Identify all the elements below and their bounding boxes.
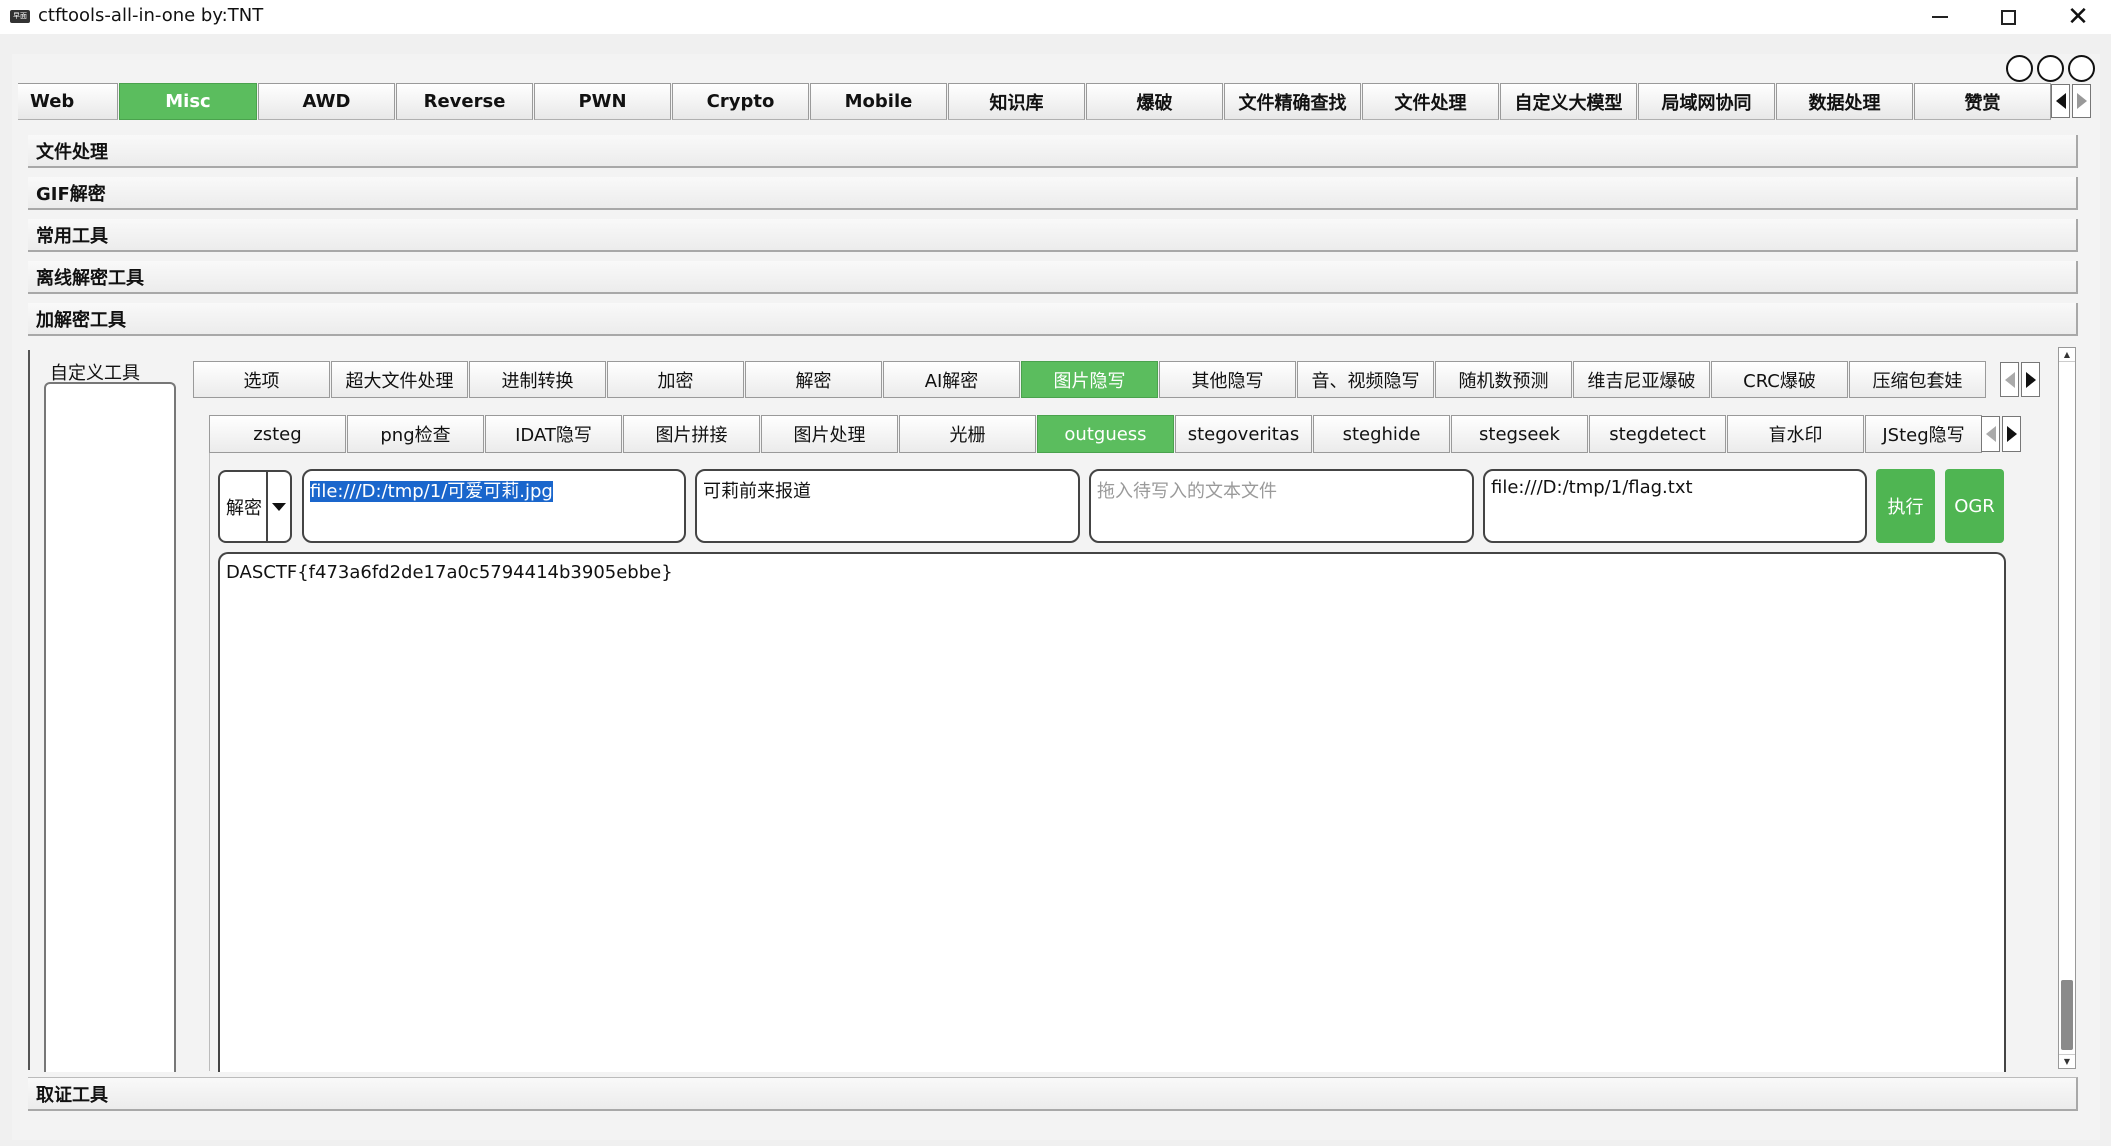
- sub-tab-bar: 选项 超大文件处理 进制转换 加密 解密 AI解密 图片隐写 其他隐写 音、视频…: [193, 361, 1987, 398]
- close-icon: ✕: [2067, 2, 2089, 32]
- window-controls-circles: [2006, 55, 2095, 82]
- tooltab-outguess[interactable]: outguess: [1037, 415, 1174, 453]
- app-icon: 早面: [10, 10, 30, 23]
- tooltab-png-check[interactable]: png检查: [347, 415, 484, 453]
- tab-mobile[interactable]: Mobile: [810, 83, 947, 120]
- tooltabs-scroll-left[interactable]: [1981, 416, 2000, 452]
- tab-file-processing[interactable]: 文件处理: [1362, 83, 1499, 120]
- main-tabs-scroll-left[interactable]: [2051, 84, 2070, 118]
- circle-button-2[interactable]: [2037, 55, 2064, 82]
- tab-data-processing[interactable]: 数据处理: [1776, 83, 1913, 120]
- chevron-down-icon: [272, 502, 286, 511]
- key-value: 可莉前来报道: [703, 481, 811, 502]
- output-file-value: file:///D:/tmp/1/flag.txt: [1491, 477, 1693, 498]
- tab-misc[interactable]: Misc: [119, 83, 257, 120]
- tab-awd[interactable]: AWD: [258, 83, 395, 120]
- vertical-scrollbar[interactable]: ▲ ▼: [2058, 347, 2076, 1069]
- tab-bruteforce[interactable]: 爆破: [1086, 83, 1223, 120]
- subtab-base-convert[interactable]: 进制转换: [469, 361, 606, 398]
- tooltabs-scroll-right[interactable]: [2002, 416, 2021, 452]
- section-offline-decrypt[interactable]: 离线解密工具: [28, 261, 2078, 294]
- minimize-button[interactable]: [1910, 0, 1970, 34]
- close-button[interactable]: ✕: [2048, 0, 2108, 34]
- arrow-left-icon: [2055, 93, 2066, 109]
- tab-reverse[interactable]: Reverse: [396, 83, 533, 120]
- subtabs-scroll-left[interactable]: [2000, 362, 2019, 397]
- arrow-right-icon: [2006, 426, 2017, 442]
- section-common-tools[interactable]: 常用工具: [28, 219, 2078, 252]
- output-file-field[interactable]: file:///D:/tmp/1/flag.txt: [1483, 469, 1867, 543]
- maximize-button[interactable]: [1978, 0, 2038, 34]
- main-tabs-scroll-right[interactable]: [2072, 84, 2091, 118]
- section-file-processing[interactable]: 文件处理: [28, 135, 2078, 168]
- custom-tools-list[interactable]: [44, 382, 176, 1072]
- text-file-field[interactable]: 拖入待写入的文本文件: [1089, 469, 1474, 543]
- mode-dropdown-button[interactable]: [266, 472, 290, 541]
- input-image-value: file:///D:/tmp/1/可爱可莉.jpg: [310, 481, 553, 502]
- window-title: ctftools-all-in-one by:TNT: [38, 5, 264, 26]
- subtab-crc-brute[interactable]: CRC爆破: [1711, 361, 1848, 398]
- scroll-down-icon[interactable]: ▼: [2059, 1054, 2075, 1068]
- tooltab-image-process[interactable]: 图片处理: [761, 415, 898, 453]
- mode-select[interactable]: 解密: [218, 470, 292, 543]
- tab-appreciate[interactable]: 赞赏: [1914, 83, 2051, 120]
- tab-file-search[interactable]: 文件精确查找: [1224, 83, 1361, 120]
- key-field[interactable]: 可莉前来报道: [695, 469, 1080, 543]
- tooltab-idat-stego[interactable]: IDAT隐写: [485, 415, 622, 453]
- tab-crypto[interactable]: Crypto: [672, 83, 809, 120]
- subtab-nested-archive[interactable]: 压缩包套娃: [1849, 361, 1986, 398]
- arrow-right-icon: [2076, 93, 2087, 109]
- arrow-right-icon: [2025, 371, 2036, 388]
- subtab-random-predict[interactable]: 随机数预测: [1435, 361, 1572, 398]
- tooltab-zsteg[interactable]: zsteg: [209, 415, 346, 453]
- minimize-icon: [1932, 16, 1948, 18]
- ogr-button[interactable]: OGR: [1945, 469, 2004, 543]
- input-image-field[interactable]: file:///D:/tmp/1/可爱可莉.jpg: [302, 469, 686, 543]
- arrow-left-icon: [1985, 426, 1996, 442]
- output-textarea[interactable]: DASCTF{f473a6fd2de17a0c5794414b3905ebbe}: [218, 552, 2006, 1072]
- tooltab-jsteg[interactable]: JSteg隐写: [1865, 415, 1982, 453]
- section-forensics-tools[interactable]: 取证工具: [28, 1077, 2078, 1111]
- section-crypto-tools[interactable]: 加解密工具: [28, 303, 2078, 336]
- tooltab-grating[interactable]: 光栅: [899, 415, 1036, 453]
- subtab-vigenere[interactable]: 维吉尼亚爆破: [1573, 361, 1710, 398]
- scroll-up-icon[interactable]: ▲: [2059, 348, 2075, 362]
- circle-button-3[interactable]: [2068, 55, 2095, 82]
- circle-button-1[interactable]: [2006, 55, 2033, 82]
- maximize-icon: [2000, 9, 2016, 25]
- tab-lan-collab[interactable]: 局域网协同: [1638, 83, 1775, 120]
- subtab-ai-decrypt[interactable]: AI解密: [883, 361, 1020, 398]
- tab-custom-llm[interactable]: 自定义大模型: [1500, 83, 1637, 120]
- subtab-encrypt[interactable]: 加密: [607, 361, 744, 398]
- subtab-av-stego[interactable]: 音、视频隐写: [1297, 361, 1434, 398]
- tab-pwn[interactable]: PWN: [534, 83, 671, 120]
- tool-tab-bar: zsteg png检查 IDAT隐写 图片拼接 图片处理 光栅 outguess…: [209, 415, 1983, 453]
- execute-button[interactable]: 执行: [1876, 469, 1935, 543]
- tooltab-stegdetect[interactable]: stegdetect: [1589, 415, 1726, 453]
- arrow-left-icon: [2004, 371, 2015, 388]
- main-tab-bar: Web Misc AWD Reverse PWN Crypto Mobile 知…: [18, 83, 2058, 120]
- tooltab-blind-watermark[interactable]: 盲水印: [1727, 415, 1864, 453]
- tooltab-steghide[interactable]: steghide: [1313, 415, 1450, 453]
- scrollbar-thumb[interactable]: [2061, 980, 2073, 1050]
- tab-knowledge-base[interactable]: 知识库: [948, 83, 1085, 120]
- text-file-placeholder: 拖入待写入的文本文件: [1097, 481, 1277, 502]
- subtabs-scroll-right[interactable]: [2021, 362, 2040, 397]
- tab-web[interactable]: Web: [18, 83, 118, 120]
- tooltab-stegseek[interactable]: stegseek: [1451, 415, 1588, 453]
- subtab-other-stego[interactable]: 其他隐写: [1159, 361, 1296, 398]
- mode-select-value: 解密: [226, 497, 262, 519]
- tooltab-stegoveritas[interactable]: stegoveritas: [1175, 415, 1312, 453]
- section-gif-decrypt[interactable]: GIF解密: [28, 177, 2078, 210]
- subtab-large-file[interactable]: 超大文件处理: [331, 361, 468, 398]
- subtab-options[interactable]: 选项: [193, 361, 330, 398]
- subtab-image-stego[interactable]: 图片隐写: [1021, 361, 1158, 398]
- tooltab-image-stitch[interactable]: 图片拼接: [623, 415, 760, 453]
- title-bar: 早面 ctftools-all-in-one by:TNT ✕: [0, 0, 2111, 34]
- output-text: DASCTF{f473a6fd2de17a0c5794414b3905ebbe}: [226, 562, 673, 583]
- subtab-decrypt[interactable]: 解密: [745, 361, 882, 398]
